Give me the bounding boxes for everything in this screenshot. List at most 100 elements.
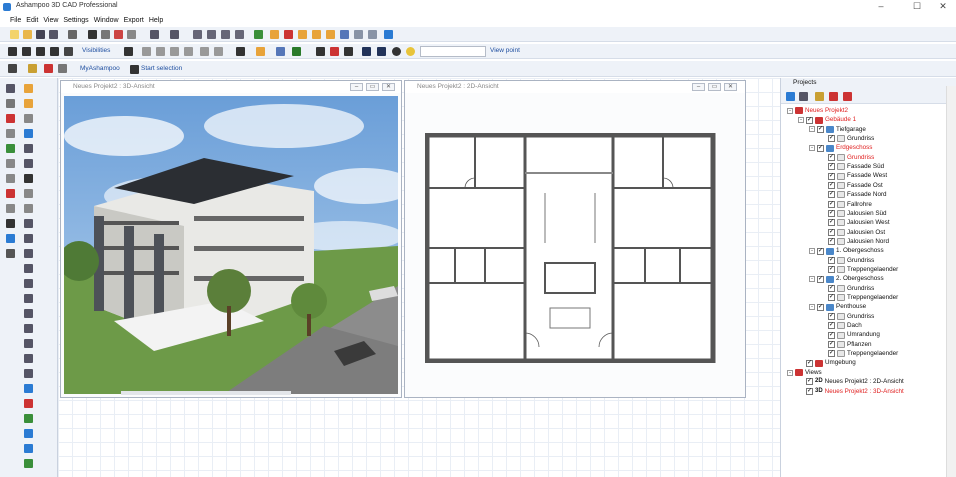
delete-level-icon[interactable] xyxy=(829,92,838,101)
view-point-select[interactable] xyxy=(420,46,486,57)
stairs-icon[interactable] xyxy=(184,47,193,56)
menu-help[interactable]: Help xyxy=(149,15,163,26)
tool-10-icon[interactable] xyxy=(6,219,15,228)
2d-view-icon[interactable] xyxy=(8,47,17,56)
open-folder-icon[interactable] xyxy=(23,30,32,39)
magic-icon[interactable] xyxy=(28,64,37,73)
tree-item[interactable]: - ✓ Penthouse xyxy=(809,302,866,312)
polyline-icon[interactable] xyxy=(24,234,33,243)
start-selection-button[interactable]: Start selection xyxy=(141,65,182,72)
tree-checkbox[interactable]: ✓ xyxy=(828,312,835,320)
door-icon[interactable] xyxy=(24,294,33,303)
tree-item[interactable]: - Views xyxy=(787,368,822,378)
plant-icon[interactable] xyxy=(24,414,33,423)
help-icon[interactable] xyxy=(24,129,33,138)
zoom-out-icon[interactable] xyxy=(221,30,230,39)
wall-tool-icon[interactable] xyxy=(24,264,33,273)
tree-expand-toggle[interactable]: - xyxy=(787,107,793,114)
2d-close-button[interactable]: ✕ xyxy=(724,83,737,91)
3d-horizontal-scrollbar[interactable] xyxy=(121,391,291,395)
myashampoo-link[interactable]: MyAshampoo xyxy=(80,65,120,72)
tree-checkbox[interactable]: ✓ xyxy=(828,210,835,218)
tree-checkbox[interactable]: ✓ xyxy=(817,303,824,311)
tree-checkbox[interactable]: ✓ xyxy=(828,341,835,348)
new-file-icon[interactable] xyxy=(10,30,19,39)
pointer-icon[interactable] xyxy=(24,99,33,108)
cut-icon[interactable] xyxy=(88,30,97,39)
tree-item[interactable]: - ✓ 1. Obergeschoss xyxy=(809,246,884,256)
zoom-in-icon[interactable] xyxy=(207,30,216,39)
tree-expand-toggle[interactable]: - xyxy=(809,276,815,283)
tree-item[interactable]: ✓ Fassade Ost xyxy=(820,181,883,191)
bw-icon[interactable] xyxy=(377,47,386,56)
zoom-icon[interactable] xyxy=(193,30,202,39)
tree-checkbox[interactable]: ✓ xyxy=(828,191,835,199)
tree-item[interactable]: ✓ Grundriss xyxy=(820,153,874,163)
roof-tool-icon[interactable] xyxy=(24,339,33,348)
delete-icon[interactable] xyxy=(114,30,123,39)
visibilities-dropdown[interactable]: Visibilities xyxy=(82,47,110,54)
compass-icon[interactable] xyxy=(392,47,401,56)
sun-icon[interactable] xyxy=(406,47,415,56)
tool-11-icon[interactable] xyxy=(6,234,15,243)
tree-checkbox[interactable]: ✓ xyxy=(828,182,835,190)
walk-icon[interactable] xyxy=(50,47,59,56)
text-tool-icon[interactable] xyxy=(24,174,33,183)
tree-item[interactable]: ✓ Treppengelaender xyxy=(820,349,898,359)
save-all-icon[interactable] xyxy=(49,30,58,39)
refresh-icon[interactable] xyxy=(254,30,263,39)
add-level-icon[interactable] xyxy=(815,92,824,101)
tree-checkbox[interactable]: ✓ xyxy=(828,135,835,143)
menu-window[interactable]: Window xyxy=(94,15,119,26)
tree-expand-toggle[interactable]: - xyxy=(787,369,793,376)
tree-checkbox[interactable]: ✓ xyxy=(828,163,835,171)
menu-view[interactable]: View xyxy=(43,15,58,26)
tree-checkbox[interactable]: ✓ xyxy=(817,247,824,255)
project-view-icon[interactable] xyxy=(799,92,808,101)
tree-item[interactable]: ✓ Fassade Süd xyxy=(820,162,884,172)
tree-checkbox[interactable]: ✓ xyxy=(806,359,813,367)
tree-item[interactable]: ✓ Fallrohre xyxy=(820,200,872,210)
terrain-icon[interactable] xyxy=(24,399,33,408)
lines-icon[interactable] xyxy=(312,30,321,39)
tree-expand-toggle[interactable]: - xyxy=(798,117,804,124)
tree-checkbox[interactable]: ✓ xyxy=(828,331,835,339)
tree-checkbox[interactable]: ✓ xyxy=(817,144,824,152)
paint-icon[interactable] xyxy=(384,30,393,39)
tool-12-icon[interactable] xyxy=(6,249,15,258)
camera-icon[interactable] xyxy=(64,47,73,56)
3d-render-viewport[interactable] xyxy=(64,96,398,394)
arrow-tool-icon[interactable] xyxy=(24,159,33,168)
tree-checkbox[interactable]: ✓ xyxy=(806,378,813,386)
tool-8-icon[interactable] xyxy=(6,189,15,198)
tree-checkbox[interactable]: ✓ xyxy=(828,172,835,180)
measure-icon[interactable] xyxy=(326,30,335,39)
tree-checkbox[interactable]: ✓ xyxy=(806,116,813,124)
print-icon[interactable] xyxy=(68,30,77,39)
tree-item[interactable]: ✓ Grundriss xyxy=(820,134,874,144)
globe-icon[interactable] xyxy=(236,47,245,56)
close-button[interactable]: ✕ xyxy=(928,0,956,14)
tool-2-icon[interactable] xyxy=(6,99,15,108)
tree-item[interactable]: ✓ 3D Neues Projekt2 : 3D-Ansicht xyxy=(798,387,904,397)
slab-icon[interactable] xyxy=(24,354,33,363)
3d-view-window[interactable]: Neues Projekt2 : 3D-Ansicht – ▭ ✕ xyxy=(60,80,402,398)
select-pointer-icon[interactable] xyxy=(24,84,33,93)
window-icon[interactable] xyxy=(24,309,33,318)
tool-3-icon[interactable] xyxy=(6,114,15,123)
3d-restore-button[interactable]: ▭ xyxy=(366,83,379,91)
tree-checkbox[interactable]: ✓ xyxy=(828,322,835,330)
tree-item[interactable]: ✓ Jalousien Nord xyxy=(820,237,889,247)
circle-tool-icon[interactable] xyxy=(24,249,33,258)
tool-4-icon[interactable] xyxy=(6,129,15,138)
hatch-icon[interactable] xyxy=(24,189,33,198)
zoom-fit-icon[interactable] xyxy=(235,30,244,39)
grid-icon[interactable] xyxy=(270,30,279,39)
wall-icon[interactable] xyxy=(142,47,151,56)
panel-scrollbar[interactable] xyxy=(946,86,956,477)
water-icon[interactable] xyxy=(24,429,33,438)
2d-minimize-button[interactable]: – xyxy=(692,83,705,91)
tree-checkbox[interactable]: ✓ xyxy=(828,256,835,264)
tree-item[interactable]: ✓ Fassade West xyxy=(820,171,887,181)
clip-icon[interactable] xyxy=(58,64,67,73)
